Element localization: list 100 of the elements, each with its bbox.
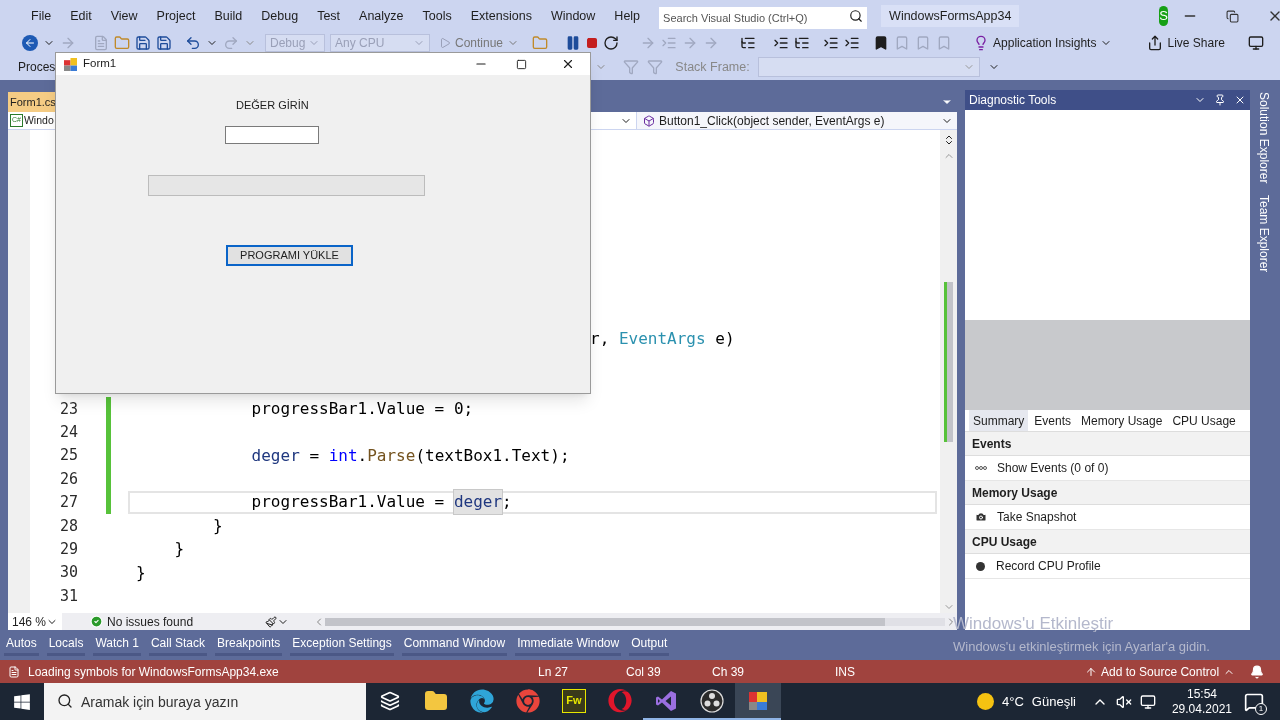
tool-tab[interactable]: Autos — [4, 632, 39, 656]
code-token: r, — [590, 327, 611, 350]
indent-icon[interactable] — [773, 35, 790, 51]
bell-icon[interactable] — [1250, 664, 1264, 679]
close-icon[interactable] — [561, 57, 575, 71]
save-all-icon[interactable] — [156, 35, 172, 51]
back-icon[interactable] — [22, 35, 38, 51]
code-token: deger — [453, 490, 503, 515]
tool-tab[interactable]: Exception Settings — [290, 632, 394, 656]
insert-mode: INS — [835, 663, 855, 681]
side-tab[interactable]: Team Explorer — [1255, 195, 1273, 273]
menu-item[interactable]: Analyze — [350, 6, 413, 26]
restore-icon[interactable] — [1226, 9, 1239, 23]
form-icon — [64, 57, 77, 71]
tool-tab[interactable]: Breakpoints — [215, 632, 283, 656]
window-title: Form1 — [83, 56, 117, 72]
play-icon — [439, 37, 451, 49]
date: 29.04.2021 — [1171, 701, 1232, 717]
task-view-icon — [380, 690, 400, 711]
taskbar-search-field[interactable]: Aramak için buraya yazın — [44, 683, 366, 720]
code-token: . — [357, 444, 368, 467]
scroll-thumb[interactable] — [944, 282, 953, 442]
side-tab[interactable]: Solution Explorer — [1255, 92, 1273, 184]
tool-tab[interactable]: Output — [629, 632, 670, 656]
app-logo: Fw — [562, 688, 586, 713]
maximize-icon[interactable] — [516, 58, 527, 70]
section-header: Memory Usage — [965, 481, 1250, 505]
brush-icon[interactable] — [265, 615, 278, 628]
menu-item[interactable]: Help — [605, 6, 650, 26]
insights-button[interactable]: Application Insights — [973, 34, 1113, 52]
menu-item[interactable]: Edit — [61, 6, 101, 26]
menu-item[interactable]: File — [22, 6, 61, 26]
issues-status: No issues found — [107, 613, 194, 631]
code-token: } — [136, 561, 146, 584]
horizontal-scrollbar[interactable] — [325, 617, 945, 626]
member-dropdown[interactable]: Button1_Click(object sender, EventArgs e) — [637, 112, 957, 129]
panel-tab[interactable]: Memory Usage — [1077, 410, 1167, 431]
share-icon — [1147, 35, 1164, 51]
zoom-dropdown[interactable]: 146 % — [8, 613, 62, 630]
time: 15:54 — [1186, 686, 1217, 702]
live-share-button[interactable]: Live Share — [1147, 34, 1225, 52]
tool-tab[interactable]: Locals — [46, 632, 86, 656]
panel-tab[interactable]: Events — [1030, 410, 1076, 431]
tool-tab[interactable]: Watch 1 — [93, 632, 141, 656]
scrollbar[interactable] — [940, 130, 957, 613]
arrow-up-icon — [1085, 665, 1097, 678]
pin-icon[interactable] — [1214, 94, 1226, 106]
editor-tab[interactable]: Form1.cs — [8, 92, 58, 112]
tool-tab[interactable]: Command Window — [401, 632, 508, 656]
code-token: EventArgs — [618, 327, 706, 350]
notifications-icon[interactable] — [1244, 691, 1264, 712]
taskbar-app[interactable]: Fw — [551, 683, 597, 720]
line-indicator: Ln 27 — [538, 663, 570, 681]
line-number: 28 — [58, 515, 78, 537]
section-header: CPU Usage — [965, 530, 1250, 554]
weather-temperature: 4°C — [1002, 692, 1024, 711]
project-name: WindowsFormsApp34 — [881, 5, 1020, 27]
close-icon[interactable] — [1234, 94, 1246, 106]
menu-item[interactable]: Window — [541, 6, 605, 26]
source-control-button[interactable]: Add to Source Control — [1085, 662, 1236, 681]
menu-item[interactable]: Tools — [413, 6, 461, 26]
panel-title: Diagnostic Tools — [969, 92, 1057, 109]
network-icon[interactable] — [1139, 693, 1156, 710]
search-icon — [849, 9, 864, 23]
code-token: Parse — [367, 444, 416, 467]
save-icon[interactable] — [135, 35, 151, 51]
code-token: ; — [502, 491, 512, 514]
restart-icon[interactable] — [603, 35, 620, 51]
undo-icon[interactable] — [185, 35, 201, 51]
clock[interactable]: 15:54 29.04.2021 — [1171, 686, 1232, 717]
line-number: 26 — [58, 468, 78, 490]
process-label: Proces — [18, 59, 56, 76]
value-input[interactable] — [225, 125, 319, 144]
line-number: 30 — [58, 562, 78, 584]
action-item[interactable]: Record CPU Profile — [965, 554, 1250, 579]
code-token: deger — [250, 444, 300, 467]
code-token: } — [212, 514, 223, 537]
sun-icon — [977, 693, 995, 710]
stop-icon[interactable] — [586, 37, 599, 49]
panel-tab[interactable]: CPU Usage — [1168, 410, 1240, 431]
menu-item[interactable]: Build — [205, 6, 252, 26]
menu-item[interactable]: Extensions — [461, 6, 541, 26]
notification-count: 1 — [1255, 702, 1267, 715]
load-button[interactable]: PROGRAMI YÜKLE — [226, 244, 353, 266]
menu-item[interactable]: View — [101, 6, 147, 26]
menu-item[interactable]: Test — [308, 6, 350, 26]
tool-tab[interactable]: Call Stack — [148, 632, 207, 656]
panel-tab[interactable]: Summary — [969, 410, 1029, 431]
search-field[interactable]: Search Visual Studio (Ctrl+Q) — [659, 7, 868, 29]
tool-tab[interactable]: Immediate Window — [515, 632, 622, 656]
menu-item[interactable]: Debug — [252, 6, 308, 26]
line-number: 23 — [58, 398, 78, 420]
weather-condition: Güneşli — [1031, 692, 1076, 711]
muted-speaker-icon[interactable] — [1115, 693, 1132, 710]
cube-icon — [643, 114, 655, 127]
code-token: progressBar1.Value = 0; — [250, 397, 474, 420]
code-token: progressBar1.Value = — [250, 491, 446, 514]
opera-icon — [608, 688, 632, 713]
start-icon[interactable] — [13, 692, 31, 711]
menu-item[interactable]: Project — [147, 6, 205, 26]
